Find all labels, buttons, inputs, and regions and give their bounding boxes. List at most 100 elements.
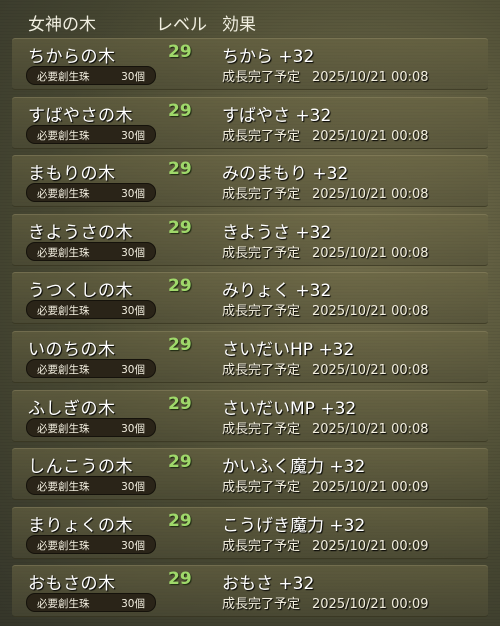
tree-effect: かいふく魔力 +32	[222, 457, 366, 478]
growth-complete-label: 成長完了予定	[222, 245, 301, 261]
tree-effect: ちから +32	[222, 47, 315, 67]
growth-complete-info: 成長完了予定 2025/10/21 00:08	[222, 125, 429, 144]
required-orb-count: 30個	[121, 364, 145, 376]
required-orb-badge: 必要創生珠 30個	[26, 476, 156, 496]
tree-level: 29	[168, 159, 192, 180]
tree-row[interactable]: しんこうの木 29 かいふく魔力 +32 必要創生珠 30個 成長完了予定 202…	[12, 448, 488, 501]
required-orb-badge: 必要創生珠 30個	[26, 124, 156, 144]
required-orb-badge: 必要創生珠 30個	[26, 241, 156, 261]
growth-complete-info: 成長完了予定 2025/10/21 00:08	[222, 359, 429, 378]
required-orb-count: 30個	[121, 71, 145, 83]
growth-complete-label: 成長完了予定	[222, 597, 301, 613]
tree-effect: さいだいMP +32	[222, 398, 357, 419]
growth-complete-datetime: 2025/10/21 00:09	[312, 538, 429, 554]
growth-complete-label: 成長完了予定	[222, 304, 301, 320]
growth-complete-label: 成長完了予定	[222, 538, 301, 554]
growth-complete-info: 成長完了予定 2025/10/21 00:08	[222, 418, 429, 437]
growth-complete-label: 成長完了予定	[222, 421, 301, 437]
required-orb-count: 30個	[121, 246, 145, 259]
header-tree-name: 女神の木	[28, 15, 96, 35]
growth-complete-label: 成長完了予定	[222, 187, 301, 203]
growth-complete-datetime: 2025/10/21 00:08	[312, 187, 429, 203]
growth-complete-datetime: 2025/10/21 00:08	[312, 128, 429, 144]
required-orb-count: 30個	[121, 539, 145, 552]
tree-name: まもりの木	[28, 164, 116, 185]
tree-name: きようさの木	[28, 222, 133, 243]
tree-row[interactable]: きようさの木 29 きようさ +32 必要創生珠 30個 成長完了予定 2025/…	[12, 213, 488, 266]
required-orb-badge: 必要創生珠 30個	[26, 300, 156, 320]
required-orb-label: 必要創生珠	[37, 188, 90, 201]
growth-complete-datetime: 2025/10/21 00:08	[312, 421, 429, 437]
header-level: レベル	[156, 15, 207, 35]
tree-effect: きようさ +32	[222, 222, 332, 243]
growth-complete-datetime: 2025/10/21 00:08	[312, 363, 429, 378]
tree-level: 29	[168, 569, 192, 590]
tree-row[interactable]: まりょくの木 29 こうげき魔力 +32 必要創生珠 30個 成長完了予定 202…	[12, 506, 488, 559]
growth-complete-datetime: 2025/10/21 00:09	[312, 597, 429, 613]
growth-complete-info: 成長完了予定 2025/10/21 00:08	[222, 300, 429, 319]
growth-complete-datetime: 2025/10/21 00:08	[312, 70, 429, 85]
required-orb-count: 30個	[121, 481, 145, 494]
tree-name: すばやさの木	[28, 105, 133, 126]
tree-level: 29	[168, 276, 192, 297]
tree-level: 29	[168, 452, 192, 473]
tree-row[interactable]: いのちの木 29 さいだいHP +32 必要創生珠 30個 成長完了予定 2025…	[12, 331, 488, 383]
required-orb-badge: 必要創生珠 30個	[26, 66, 156, 85]
required-orb-label: 必要創生珠	[37, 598, 90, 611]
tree-name: ふしぎの木	[28, 398, 116, 419]
required-orb-label: 必要創生珠	[37, 539, 90, 552]
growth-complete-info: 成長完了予定 2025/10/21 00:09	[222, 535, 429, 554]
required-orb-label: 必要創生珠	[37, 129, 90, 142]
growth-complete-datetime: 2025/10/21 00:08	[312, 245, 429, 261]
tree-row[interactable]: ちからの木 29 ちから +32 必要創生珠 30個 成長完了予定 2025/10…	[12, 38, 488, 90]
growth-complete-label: 成長完了予定	[222, 128, 301, 144]
tree-name: まりょくの木	[28, 515, 133, 536]
header-effect: 効果	[222, 15, 256, 35]
tree-effect: さいだいHP +32	[222, 340, 355, 360]
growth-complete-info: 成長完了予定 2025/10/21 00:08	[222, 242, 429, 261]
required-orb-label: 必要創生珠	[37, 422, 90, 435]
required-orb-count: 30個	[121, 422, 145, 435]
required-orb-count: 30個	[121, 598, 145, 611]
tree-effect: おもさ +32	[222, 574, 315, 595]
growth-complete-label: 成長完了予定	[222, 480, 301, 496]
growth-complete-label: 成長完了予定	[222, 70, 301, 85]
required-orb-label: 必要創生珠	[37, 364, 90, 376]
required-orb-badge: 必要創生珠 30個	[26, 534, 156, 554]
tree-row[interactable]: おもさの木 29 おもさ +32 必要創生珠 30個 成長完了予定 2025/10…	[12, 565, 488, 618]
tree-name: いのちの木	[28, 340, 116, 360]
growth-complete-info: 成長完了予定 2025/10/21 00:08	[222, 66, 429, 85]
required-orb-label: 必要創生珠	[37, 481, 90, 494]
growth-complete-info: 成長完了予定 2025/10/21 00:09	[222, 476, 429, 495]
tree-row[interactable]: すばやさの木 29 すばやさ +32 必要創生珠 30個 成長完了予定 2025/…	[12, 96, 488, 149]
required-orb-count: 30個	[121, 188, 145, 201]
required-orb-badge: 必要創生珠 30個	[26, 417, 156, 437]
tree-name: うつくしの木	[28, 281, 133, 302]
required-orb-label: 必要創生珠	[37, 246, 90, 259]
tree-effect: すばやさ +32	[222, 105, 332, 126]
tree-effect: みりょく +32	[222, 281, 332, 302]
tree-row[interactable]: ふしぎの木 29 さいだいMP +32 必要創生珠 30個 成長完了予定 2025…	[12, 389, 488, 442]
growth-complete-info: 成長完了予定 2025/10/21 00:08	[222, 183, 429, 202]
tree-name: おもさの木	[28, 574, 116, 595]
tree-row[interactable]: まもりの木 29 みのまもり +32 必要創生珠 30個 成長完了予定 2025/…	[12, 155, 488, 208]
tree-level: 29	[168, 100, 192, 121]
required-orb-badge: 必要創生珠 30個	[26, 359, 156, 378]
required-orb-badge: 必要創生珠 30個	[26, 593, 156, 613]
tree-name: ちからの木	[28, 47, 116, 67]
tree-level: 29	[168, 217, 192, 238]
goddess-tree-panel: 女神の木 レベル 効果 ちからの木 29 ちから +32 必要創生珠 30個 成…	[0, 0, 500, 626]
required-orb-label: 必要創生珠	[37, 305, 90, 318]
required-orb-count: 30個	[121, 129, 145, 142]
tree-effect: こうげき魔力 +32	[222, 515, 366, 536]
growth-complete-datetime: 2025/10/21 00:09	[312, 480, 429, 496]
tree-effect: みのまもり +32	[222, 164, 349, 185]
tree-level: 29	[168, 510, 192, 531]
required-orb-badge: 必要創生珠 30個	[26, 183, 156, 203]
table-header: 女神の木 レベル 効果	[0, 0, 500, 36]
tree-level: 29	[168, 335, 192, 355]
tree-name: しんこうの木	[28, 457, 133, 478]
tree-level: 29	[168, 393, 192, 414]
tree-row[interactable]: うつくしの木 29 みりょく +32 必要創生珠 30個 成長完了予定 2025/…	[12, 272, 488, 325]
growth-complete-label: 成長完了予定	[222, 363, 301, 378]
